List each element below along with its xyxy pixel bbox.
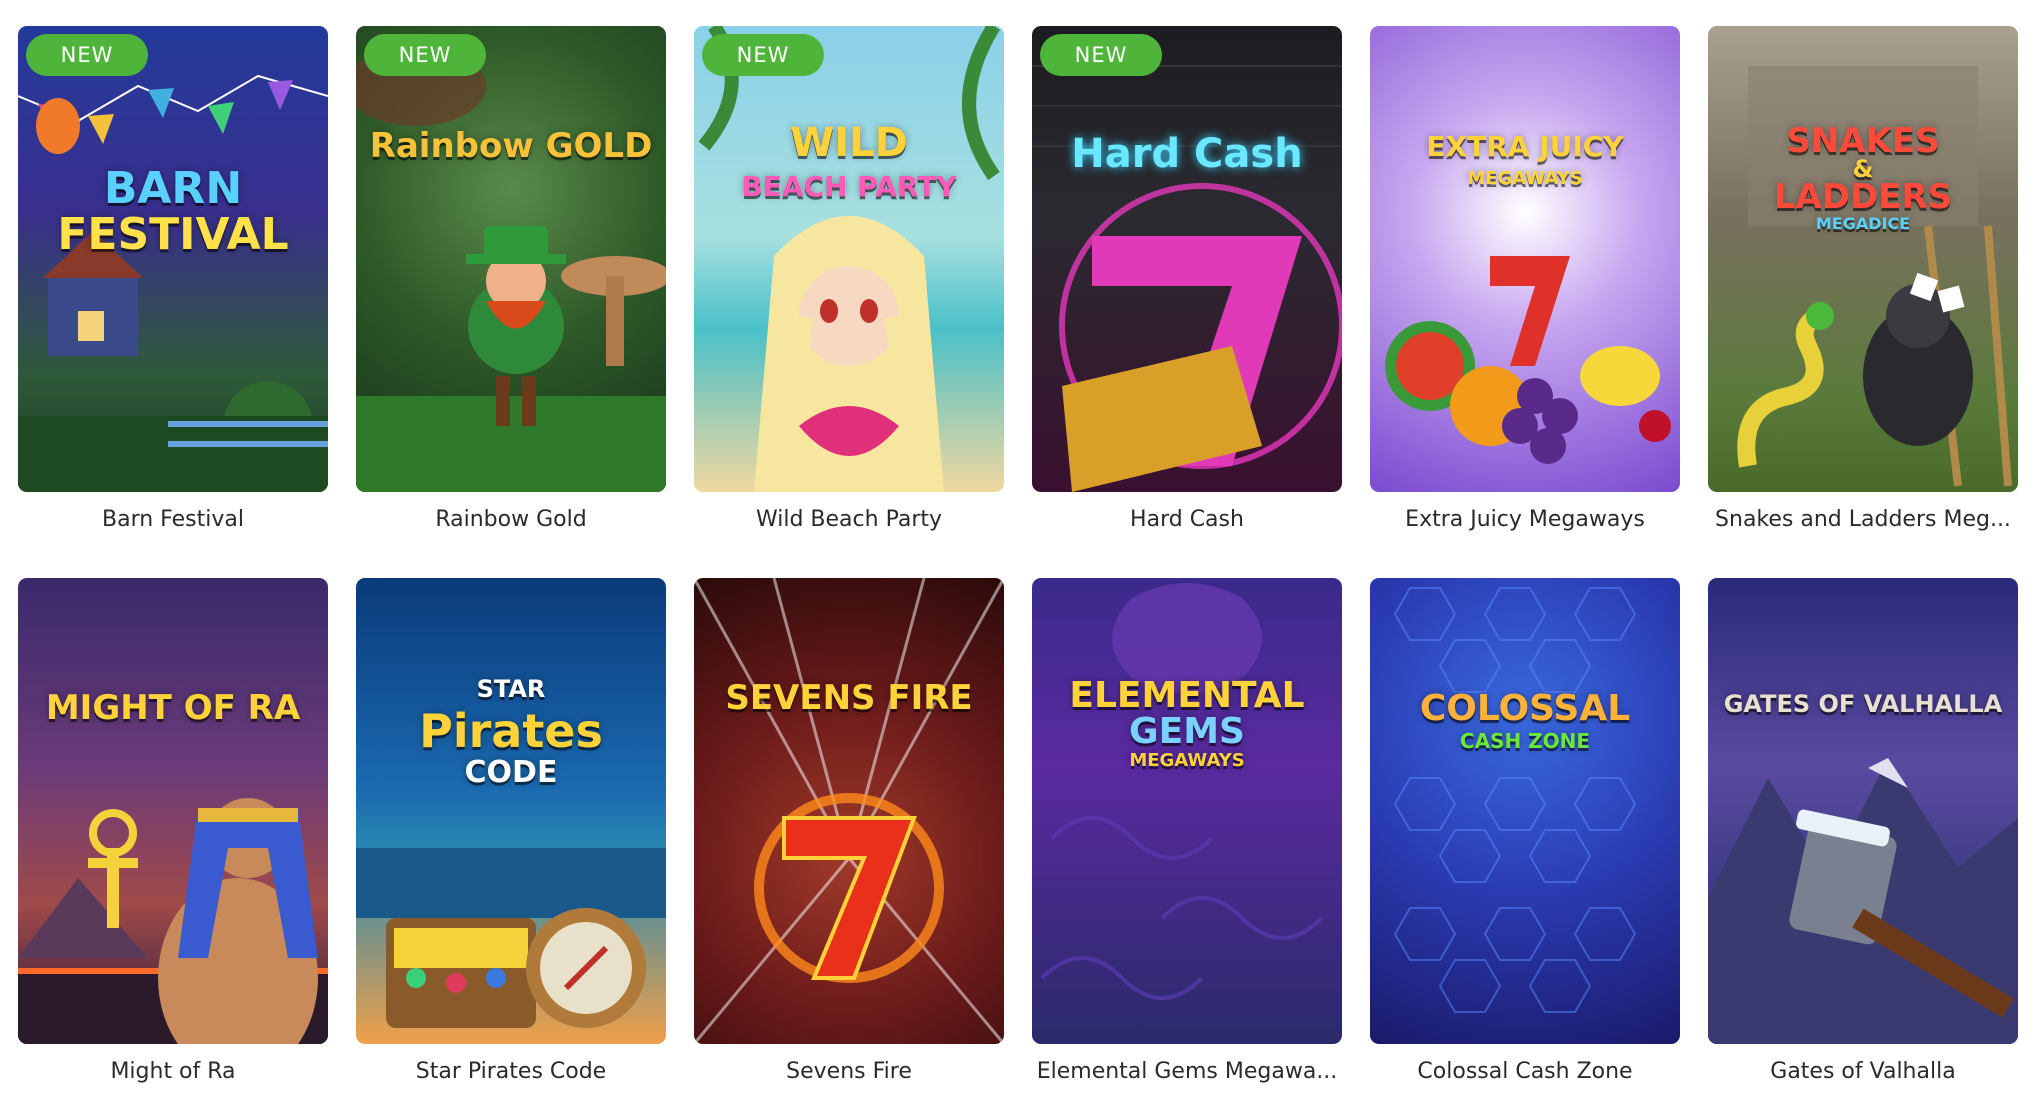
game-thumbnail[interactable]: STAR Pirates CODE	[356, 578, 666, 1044]
game-logo: Hard Cash	[1032, 131, 1342, 177]
logo-line: WILD	[790, 120, 908, 166]
game-title[interactable]: Barn Festival	[18, 492, 328, 548]
logo-line: ELEMENTAL	[1069, 675, 1305, 716]
logo-line: SEVENS FIRE	[725, 678, 973, 718]
colossal-cash-zone-artwork	[1393, 587, 1637, 1013]
logo-line: Pirates	[419, 704, 603, 758]
game-thumbnail[interactable]: EXTRA JUICY MEGAWAYS	[1370, 26, 1680, 492]
rainbow-gold-artwork	[356, 46, 666, 492]
game-title[interactable]: Star Pirates Code	[356, 1044, 666, 1100]
game-thumbnail[interactable]: NEW Rainbow GOLD	[356, 26, 666, 492]
game-tile-snakes-and-ladders[interactable]: SNAKES & LADDERS MEGADICE Snakes and Lad…	[1708, 26, 2018, 548]
wild-beach-party-artwork	[698, 26, 1000, 492]
game-thumbnail[interactable]: COLOSSAL CASH ZONE	[1370, 578, 1680, 1044]
game-title[interactable]: Colossal Cash Zone	[1370, 1044, 1680, 1100]
game-title[interactable]: Gates of Valhalla	[1708, 1044, 2018, 1100]
logo-line: SNAKES	[1786, 121, 1940, 161]
game-tile-sevens-fire[interactable]: SEVENS FIRE Sevens Fire	[694, 578, 1004, 1100]
logo-line: MEGADICE	[1815, 214, 1911, 233]
game-thumbnail[interactable]: MIGHT OF RA	[18, 578, 328, 1044]
game-tile-colossal-cash-zone[interactable]: COLOSSAL CASH ZONE Colossal Cash Zone	[1370, 578, 1680, 1100]
game-logo: MIGHT OF RA	[18, 688, 328, 728]
game-logo: SNAKES & LADDERS MEGADICE	[1708, 124, 2018, 234]
extra-juicy-artwork	[1385, 256, 1671, 464]
hard-cash-artwork	[1032, 65, 1342, 492]
game-title[interactable]: Elemental Gems Megawa...	[1032, 1044, 1342, 1100]
logo-line: FESTIVAL	[57, 209, 289, 260]
game-thumbnail[interactable]: NEW Hard Cash	[1032, 26, 1342, 492]
might-of-ra-artwork	[18, 798, 328, 1044]
game-logo: STAR Pirates CODE	[356, 668, 666, 794]
game-logo: WILD BEACH PARTY	[694, 121, 1004, 209]
logo-line: Hard Cash	[1071, 131, 1303, 177]
snakes-and-ladders-artwork	[1737, 66, 2012, 487]
game-thumbnail[interactable]: ELEMENTAL GEMS MEGAWAYS	[1032, 578, 1342, 1044]
game-thumbnail[interactable]: GATES OF VALHALLA	[1708, 578, 2018, 1044]
new-badge: NEW	[1040, 34, 1162, 76]
logo-line: EXTRA JUICY	[1426, 130, 1624, 163]
logo-line: LADDERS	[1773, 177, 1953, 217]
game-title[interactable]: Wild Beach Party	[694, 492, 1004, 548]
elemental-gems-artwork	[1040, 583, 1324, 1000]
new-badge: NEW	[26, 34, 148, 76]
game-logo: BARN FESTIVAL	[18, 166, 328, 258]
logo-line: MIGHT OF RA	[45, 688, 301, 728]
logo-line: COLOSSAL	[1419, 688, 1631, 729]
game-thumbnail[interactable]: SNAKES & LADDERS MEGADICE	[1708, 26, 2018, 492]
game-tile-elemental-gems-megaways[interactable]: ELEMENTAL GEMS MEGAWAYS Elemental Gems M…	[1032, 578, 1342, 1100]
game-logo: SEVENS FIRE	[694, 678, 1004, 718]
logo-line: MEGAWAYS	[1129, 750, 1245, 771]
game-logo: EXTRA JUICY MEGAWAYS	[1370, 131, 1680, 195]
game-title[interactable]: Might of Ra	[18, 1044, 328, 1100]
game-grid: NEW BARN FESTIVAL Barn Festival NEW Rain…	[18, 26, 2018, 1100]
game-thumbnail[interactable]: NEW WILD BEACH PARTY	[694, 26, 1004, 492]
logo-line: BEACH PARTY	[741, 170, 957, 203]
logo-line: Rainbow GOLD	[369, 126, 653, 166]
logo-line: GEMS	[1129, 711, 1245, 752]
game-tile-wild-beach-party[interactable]: NEW WILD BEACH PARTY Wild Beach Party	[694, 26, 1004, 548]
logo-line: CODE	[464, 755, 558, 790]
new-badge: NEW	[364, 34, 486, 76]
new-badge: NEW	[702, 34, 824, 76]
game-logo: COLOSSAL CASH ZONE	[1370, 688, 1680, 757]
star-pirates-code-artwork	[356, 848, 666, 1028]
game-title[interactable]: Sevens Fire	[694, 1044, 1004, 1100]
logo-line: BARN	[103, 163, 243, 214]
game-thumbnail[interactable]: SEVENS FIRE	[694, 578, 1004, 1044]
game-tile-extra-juicy-megaways[interactable]: EXTRA JUICY MEGAWAYS Extra Juicy Megaway…	[1370, 26, 1680, 548]
sevens-fire-artwork	[694, 578, 1004, 1044]
game-logo: GATES OF VALHALLA	[1708, 690, 2018, 718]
logo-line: MEGAWAYS	[1467, 168, 1583, 189]
game-tile-star-pirates-code[interactable]: STAR Pirates CODE Star Pirates Code	[356, 578, 666, 1100]
game-tile-rainbow-gold[interactable]: NEW Rainbow GOLD Rainbow Gold	[356, 26, 666, 548]
game-title[interactable]: Snakes and Ladders Meg...	[1708, 492, 2018, 548]
game-logo: ELEMENTAL GEMS MEGAWAYS	[1032, 678, 1342, 772]
game-thumbnail[interactable]: NEW BARN FESTIVAL	[18, 26, 328, 492]
logo-line: CASH ZONE	[1459, 729, 1591, 753]
gates-of-valhalla-artwork	[1708, 758, 2018, 1044]
logo-line: GATES OF VALHALLA	[1723, 690, 2003, 718]
game-tile-gates-of-valhalla[interactable]: GATES OF VALHALLA Gates of Valhalla	[1708, 578, 2018, 1100]
game-tile-barn-festival[interactable]: NEW BARN FESTIVAL Barn Festival	[18, 26, 328, 548]
game-tile-might-of-ra[interactable]: MIGHT OF RA Might of Ra	[18, 578, 328, 1100]
game-title[interactable]: Hard Cash	[1032, 492, 1342, 548]
game-title[interactable]: Extra Juicy Megaways	[1370, 492, 1680, 548]
game-title[interactable]: Rainbow Gold	[356, 492, 666, 548]
game-tile-hard-cash[interactable]: NEW Hard Cash Hard Cash	[1032, 26, 1342, 548]
game-logo: Rainbow GOLD	[356, 126, 666, 166]
